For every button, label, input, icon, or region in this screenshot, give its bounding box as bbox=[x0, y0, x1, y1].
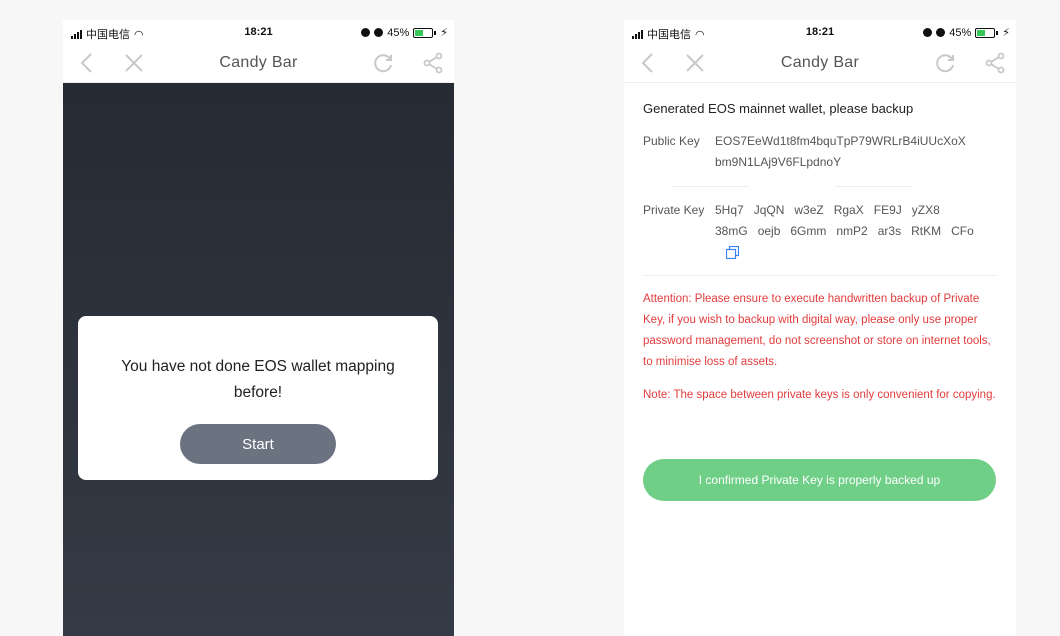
divider bbox=[643, 275, 996, 276]
phone-screen-right: 中国电信 ◠ 18:21 45% ⚡ Candy Bar Generated E… bbox=[624, 20, 1016, 636]
public-key-line-2: bm9N1LAj9V6FLpdnoY bbox=[715, 155, 842, 169]
private-key-label: Private Key bbox=[643, 203, 705, 217]
private-key-group: nmP2 bbox=[836, 224, 868, 238]
private-key-group: ar3s bbox=[877, 224, 902, 238]
private-key-group: 6Gmm bbox=[790, 224, 827, 238]
copy-icon[interactable] bbox=[725, 245, 740, 260]
refresh-icon[interactable] bbox=[370, 50, 396, 76]
phone-screen-left: 中国电信 ◠ 18:21 45% ⚡ Candy Bar You have no… bbox=[63, 20, 454, 636]
share-icon[interactable] bbox=[982, 50, 1008, 76]
private-key-group: yZX8 bbox=[911, 203, 940, 217]
start-button[interactable]: Start bbox=[180, 424, 336, 464]
location-icon bbox=[361, 28, 371, 37]
mapping-dialog: You have not done EOS wallet mapping bef… bbox=[78, 316, 438, 480]
private-key-group: 5Hq7 bbox=[715, 203, 744, 217]
private-key-group: w3eZ bbox=[794, 203, 824, 217]
private-key-group: CFo bbox=[951, 224, 974, 238]
refresh-icon[interactable] bbox=[932, 50, 958, 76]
battery-percent: 45% bbox=[387, 26, 410, 39]
attention-text: Attention: Please ensure to execute hand… bbox=[643, 293, 991, 368]
private-key-value[interactable]: 5Hq7 JqQN w3eZ RgaX FE9J yZX8 38mG oejb 6Gmm nmP2… bbox=[715, 200, 990, 242]
battery-icon bbox=[975, 27, 996, 38]
battery-icon bbox=[413, 27, 434, 38]
status-bar: 中国电信 ◠ 18:21 45% ⚡ bbox=[63, 20, 454, 44]
charging-icon: ⚡ bbox=[440, 27, 448, 39]
alarm-icon bbox=[936, 28, 946, 37]
private-key-group: 38mG bbox=[715, 224, 748, 238]
private-key-group: JqQN bbox=[753, 203, 785, 217]
note-text: Note: The space between private keys is … bbox=[643, 389, 996, 401]
public-key-label: Public Key bbox=[643, 134, 700, 148]
divider bbox=[671, 186, 749, 187]
private-key-group: oejb bbox=[757, 224, 781, 238]
dialog-message: You have not done EOS wallet mapping bef… bbox=[121, 358, 395, 401]
private-key-group: RgaX bbox=[833, 203, 864, 217]
status-bar: 中国电信 ◠ 18:21 45% ⚡ bbox=[624, 20, 1016, 44]
private-key-group: RtKM bbox=[911, 224, 942, 238]
charging-icon: ⚡ bbox=[1002, 27, 1010, 39]
divider bbox=[835, 186, 913, 187]
share-icon[interactable] bbox=[420, 50, 446, 76]
confirm-backup-button[interactable]: I confirmed Private Key is properly back… bbox=[643, 459, 996, 501]
location-icon bbox=[923, 28, 933, 37]
wallet-heading: Generated EOS mainnet wallet, please bac… bbox=[643, 101, 914, 116]
public-key-value[interactable]: EOS7EeWd1t8fm4bquTpP79WRLrB4iUUcXoX bm9N… bbox=[715, 131, 996, 173]
public-key-line-1: EOS7EeWd1t8fm4bquTpP79WRLrB4iUUcXoX bbox=[715, 134, 966, 148]
alarm-icon bbox=[374, 28, 384, 37]
nav-bar: Candy Bar bbox=[63, 44, 454, 83]
battery-percent: 45% bbox=[949, 26, 972, 39]
private-key-group: FE9J bbox=[873, 203, 902, 217]
nav-bar: Candy Bar bbox=[624, 44, 1016, 83]
